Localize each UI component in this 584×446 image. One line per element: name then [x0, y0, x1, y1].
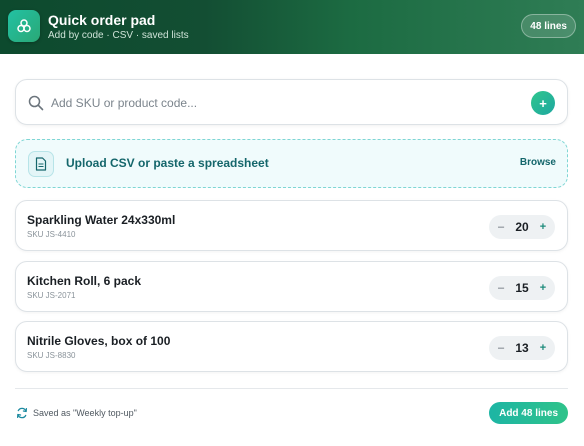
search-icon — [28, 95, 44, 111]
item-name: Sparkling Water 24x330ml — [27, 213, 176, 227]
order-line-item: Kitchen Roll, 6 pack SKU JS-2071 – 15 + — [15, 261, 568, 312]
item-sku: SKU JS-4410 — [27, 230, 76, 239]
order-line-item: Sparkling Water 24x330ml SKU JS-4410 – 2… — [15, 200, 568, 251]
document-icon — [28, 151, 54, 177]
footer-divider — [15, 388, 568, 389]
csv-upload-dropzone[interactable]: Upload CSV or paste a spreadsheet Browse — [15, 139, 568, 188]
quantity-value[interactable]: 15 — [515, 281, 528, 295]
quantity-stepper: – 20 + — [489, 215, 555, 239]
item-sku: SKU JS-2071 — [27, 291, 76, 300]
item-name: Kitchen Roll, 6 pack — [27, 274, 142, 288]
increase-qty-button[interactable]: + — [538, 282, 548, 294]
sku-search-box: + — [15, 79, 568, 125]
saved-list-status: Saved as "Weekly top-up" — [16, 406, 137, 420]
sync-icon — [17, 407, 27, 419]
quantity-value[interactable]: 13 — [515, 341, 528, 355]
quantity-value[interactable]: 20 — [515, 220, 528, 234]
decrease-qty-button[interactable]: – — [496, 342, 506, 354]
add-lines-button[interactable]: Add 48 lines — [489, 402, 568, 424]
app-header: Quick order pad Add by code · CSV · save… — [0, 0, 584, 54]
add-sku-button[interactable]: + — [531, 91, 555, 115]
upload-label: Upload CSV or paste a spreadsheet — [66, 156, 269, 170]
browse-link[interactable]: Browse — [520, 157, 556, 168]
quantity-stepper: – 13 + — [489, 336, 555, 360]
logo — [8, 10, 40, 42]
increase-qty-button[interactable]: + — [538, 221, 548, 233]
item-sku: SKU JS-8830 — [27, 351, 76, 360]
sparkle-cluster-icon — [17, 19, 31, 33]
page-title: Quick order pad — [48, 12, 156, 28]
decrease-qty-button[interactable]: – — [496, 282, 506, 294]
decrease-qty-button[interactable]: – — [496, 221, 506, 233]
line-count-badge: 48 lines — [521, 14, 576, 38]
item-name: Nitrile Gloves, box of 100 — [27, 334, 171, 348]
order-line-item: Nitrile Gloves, box of 100 SKU JS-8830 –… — [15, 321, 568, 372]
quantity-stepper: – 15 + — [489, 276, 555, 300]
increase-qty-button[interactable]: + — [538, 342, 548, 354]
sku-search-input[interactable] — [51, 92, 521, 114]
page-subtitle: Add by code · CSV · saved lists — [48, 30, 189, 41]
saved-list-label: Saved as "Weekly top-up" — [33, 408, 137, 418]
